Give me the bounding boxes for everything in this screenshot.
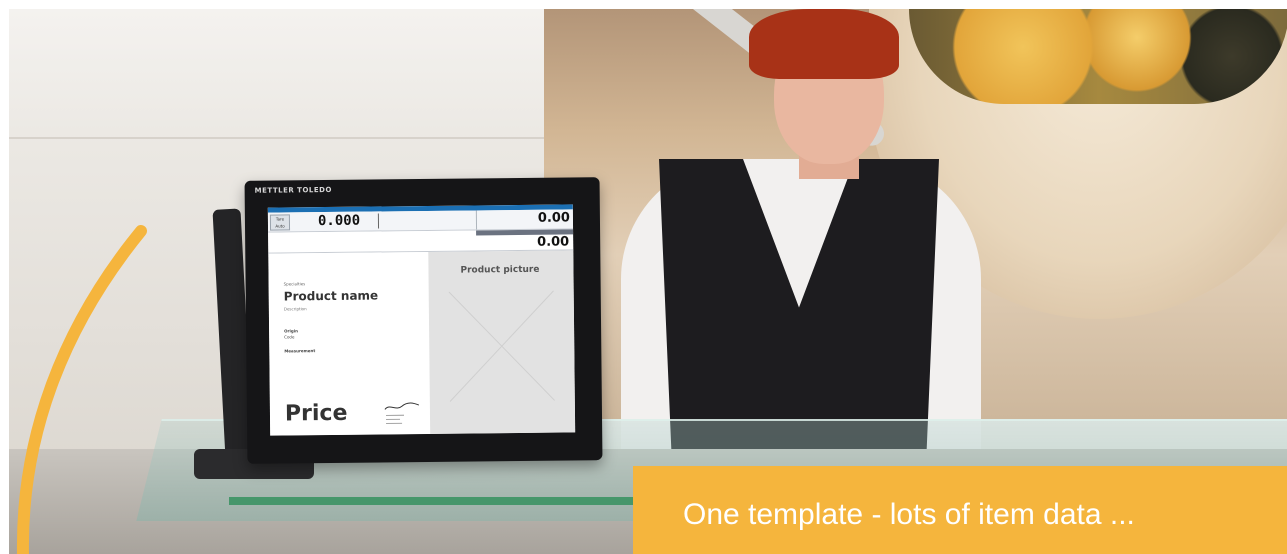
origin-value: Code — [284, 334, 295, 340]
total-price-value: 0.00 — [537, 234, 570, 250]
measurement-label: Measurement — [284, 348, 316, 354]
product-category: Specialties — [283, 281, 306, 287]
potatoes-in-bowl — [909, 9, 1287, 104]
weight-divider — [377, 213, 380, 229]
product-name: Product name — [283, 288, 379, 304]
scale-monitor: METTLER TOLEDO Tare Auto 0.000 0.00 0.00… — [244, 177, 603, 464]
caption-banner: One template - lots of item data ... — [633, 466, 1287, 554]
product-description: Description — [283, 306, 307, 312]
caption-text: One template - lots of item data ... — [683, 498, 1135, 531]
product-picture-pane: Product picture — [428, 250, 576, 434]
woman-hair — [749, 9, 899, 79]
glass-edge — [229, 497, 649, 505]
photo-scene: METTLER TOLEDO Tare Auto 0.000 0.00 0.00… — [9, 9, 1287, 554]
product-picture-label: Product picture — [460, 264, 540, 276]
signature-stamp — [384, 402, 420, 424]
origin-label: Origin — [284, 328, 298, 334]
wall-seam — [9, 137, 549, 139]
tare-button[interactable]: Tare Auto — [269, 214, 291, 231]
image-placeholder-icon — [448, 290, 555, 402]
weight-value: 0.000 — [317, 212, 361, 230]
scale-screen: Tare Auto 0.000 0.00 0.00 Specialties Pr… — [267, 204, 576, 436]
unit-price-value: 0.00 — [537, 210, 571, 226]
product-info-pane: Specialties Product name Description Ori… — [268, 251, 431, 436]
price-label: Price — [284, 400, 348, 427]
unit-price-box: 0.00 — [475, 209, 575, 230]
brand-logo: METTLER TOLEDO — [254, 185, 332, 195]
